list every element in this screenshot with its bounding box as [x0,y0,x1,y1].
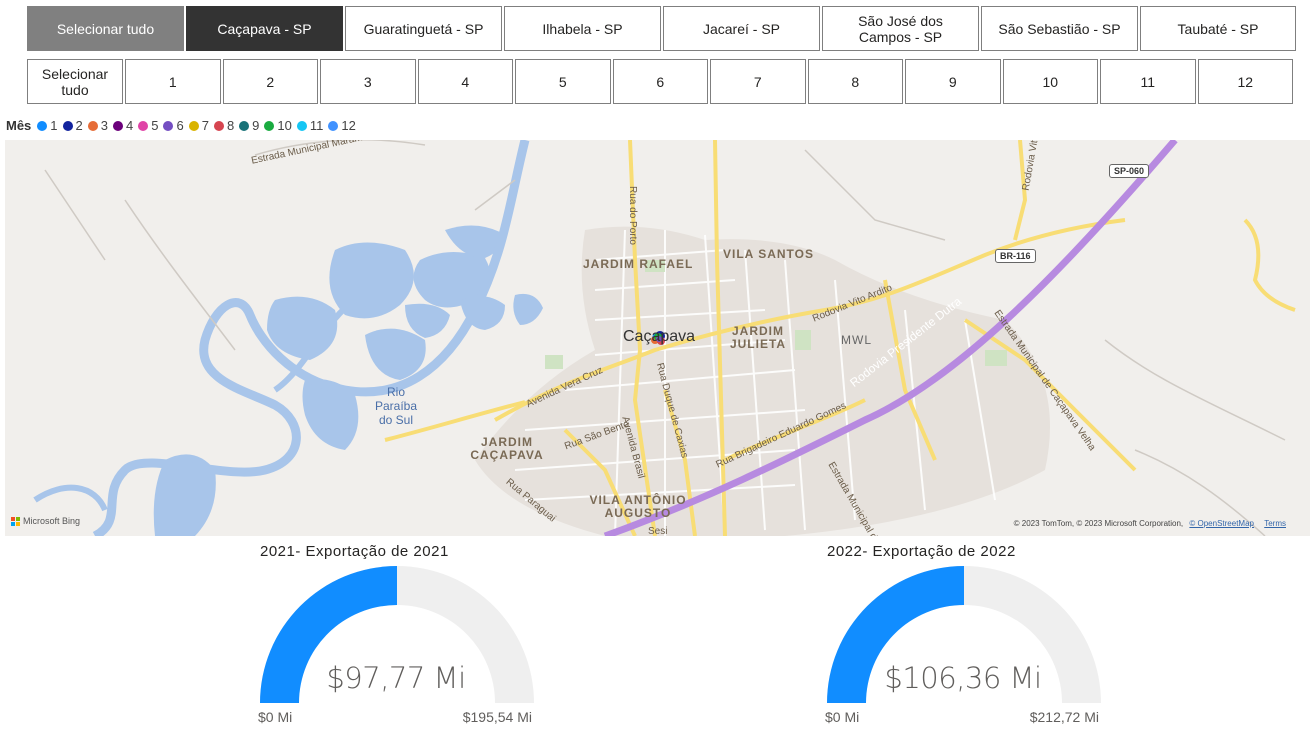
legend-item-12[interactable]: 12 [328,118,356,133]
month-7-button[interactable]: 7 [710,59,806,104]
gauge-max: $212,72 Mi [1029,709,1099,725]
map-visual[interactable]: Caçapava JARDIM RAFAEL VILA SANTOS JARDI… [5,140,1310,536]
legend-dot-icon [328,120,339,131]
microsoft-logo-icon [11,516,20,526]
legend-item-label: 11 [309,118,324,133]
bing-logo: Microsoft Bing [11,516,80,526]
legend-item-label: 3 [100,118,108,133]
legend-item-label: 6 [176,118,184,133]
legend-dot-icon [264,120,275,131]
month-6-button[interactable]: 6 [612,59,708,104]
month-3-button[interactable]: 3 [320,59,416,104]
legend-item-label: 2 [75,118,83,133]
legend-title: Mês [6,118,32,133]
legend-item-4[interactable]: 4 [113,118,133,133]
shield-br-116: BR-116 [995,249,1036,263]
month-10-button[interactable]: 10 [1002,59,1098,104]
district-vila-antonio-augusto: VILA ANTÔNIO AUGUSTO [589,493,687,520]
month-9-button[interactable]: 9 [905,59,1001,104]
month-select-all-button[interactable]: Selecionar tudo [27,59,123,104]
city-guaratingueta-button[interactable]: Guaratinguetá - SP [345,6,502,51]
month-5-button[interactable]: 5 [515,59,611,104]
city-taubate-button[interactable]: Taubaté - SP [1140,6,1296,51]
gauge-title: 2021- Exportação de 2021 [260,543,449,560]
map-city-label: Caçapava [623,328,696,345]
legend-item-label: 7 [201,118,209,133]
legend-item-7[interactable]: 7 [188,118,209,133]
city-ilhabela-button[interactable]: Ilhabela - SP [504,6,661,51]
month-1-button[interactable]: 1 [125,59,221,104]
legend-item-label: 5 [151,118,159,133]
month-slicer: Selecionar tudo 1 2 3 4 5 6 7 8 9 10 11 … [27,59,1295,104]
legend-item-5[interactable]: 5 [138,118,158,133]
legend-dot-icon [62,120,73,131]
legend-item-label: 12 [341,118,356,133]
legend-item-label: 4 [126,118,134,133]
gauge-max: $195,54 Mi [462,709,532,725]
district-jardim-julieta: JARDIM JULIETA [729,324,787,351]
legend-dot-icon [239,120,250,131]
legend-dot-icon [163,120,174,131]
legend-item-label: 10 [277,118,292,133]
legend-item-1[interactable]: 1 [37,118,58,133]
road-label-rua-do-porto: Rua do Porto [626,186,638,245]
city-cacapava-button[interactable]: Caçapava - SP [186,6,343,51]
legend-dot-icon [188,120,199,131]
gauge-2022[interactable]: 2022- Exportação de 2022 $106,36 Mi $0 M… [825,540,1127,739]
district-mwl: MWL [841,333,872,347]
legend-dot-icon [296,120,307,131]
legend-dot-icon [37,120,48,131]
legend-dot-icon [113,120,123,131]
legend-item-label: 8 [226,118,235,133]
month-4-button[interactable]: 4 [417,59,513,104]
legend-item-label: 9 [252,118,260,133]
gauge-min: $0 Mi [825,709,860,725]
legend-item-6[interactable]: 6 [163,118,184,133]
district-jardim-rafael: JARDIM RAFAEL [583,257,694,271]
gauge-2021[interactable]: 2021- Exportação de 2021 $97,77 Mi $0 Mi… [258,540,560,739]
map-copyright: © 2023 TomTom, © 2023 Microsoft Corporat… [1013,519,1286,528]
legend-item-label: 1 [50,118,58,133]
gauge-min: $0 Mi [258,709,293,725]
river-label: Rio Paraíba do Sul [374,385,418,427]
month-12-button[interactable]: 12 [1197,59,1293,104]
legend-item-9[interactable]: 9 [239,118,259,133]
road-label-sesi: Sesi [648,526,668,536]
legend-item-3[interactable]: 3 [87,118,108,133]
city-sao-jose-button[interactable]: São José dos Campos - SP [822,6,979,51]
gauge-title: 2022- Exportação de 2022 [827,543,1016,560]
legend-item-11[interactable]: 11 [296,118,324,133]
city-sao-sebastiao-button[interactable]: São Sebastião - SP [981,6,1138,51]
terms-link[interactable]: Terms [1264,519,1286,528]
map-legend: Mês 1 2 3 4 5 6 7 8 9 10 11 12 [6,118,361,133]
legend-dot-icon [213,120,224,131]
legend-item-10[interactable]: 10 [264,118,292,133]
legend-item-2[interactable]: 2 [62,118,83,133]
legend-item-8[interactable]: 8 [213,118,235,133]
city-select-all-button[interactable]: Selecionar tudo [27,6,184,51]
gauge-value: $106,36 Mi [884,661,1042,695]
shield-sp-060: SP-060 [1109,164,1150,178]
district-jardim-cacapava: JARDIM CAÇAPAVA [470,435,544,462]
legend-dot-icon [87,120,98,131]
month-11-button[interactable]: 11 [1100,59,1196,104]
month-8-button[interactable]: 8 [807,59,903,104]
district-vila-santos: VILA SANTOS [723,247,815,261]
legend-dot-icon [138,120,149,131]
openstreetmap-link[interactable]: © OpenStreetMap [1189,519,1254,528]
city-slicer: Selecionar tudo Caçapava - SP Guaratingu… [27,6,1298,51]
city-jacarei-button[interactable]: Jacareí - SP [663,6,820,51]
month-2-button[interactable]: 2 [222,59,318,104]
gauge-value: $97,77 Mi [326,661,466,695]
